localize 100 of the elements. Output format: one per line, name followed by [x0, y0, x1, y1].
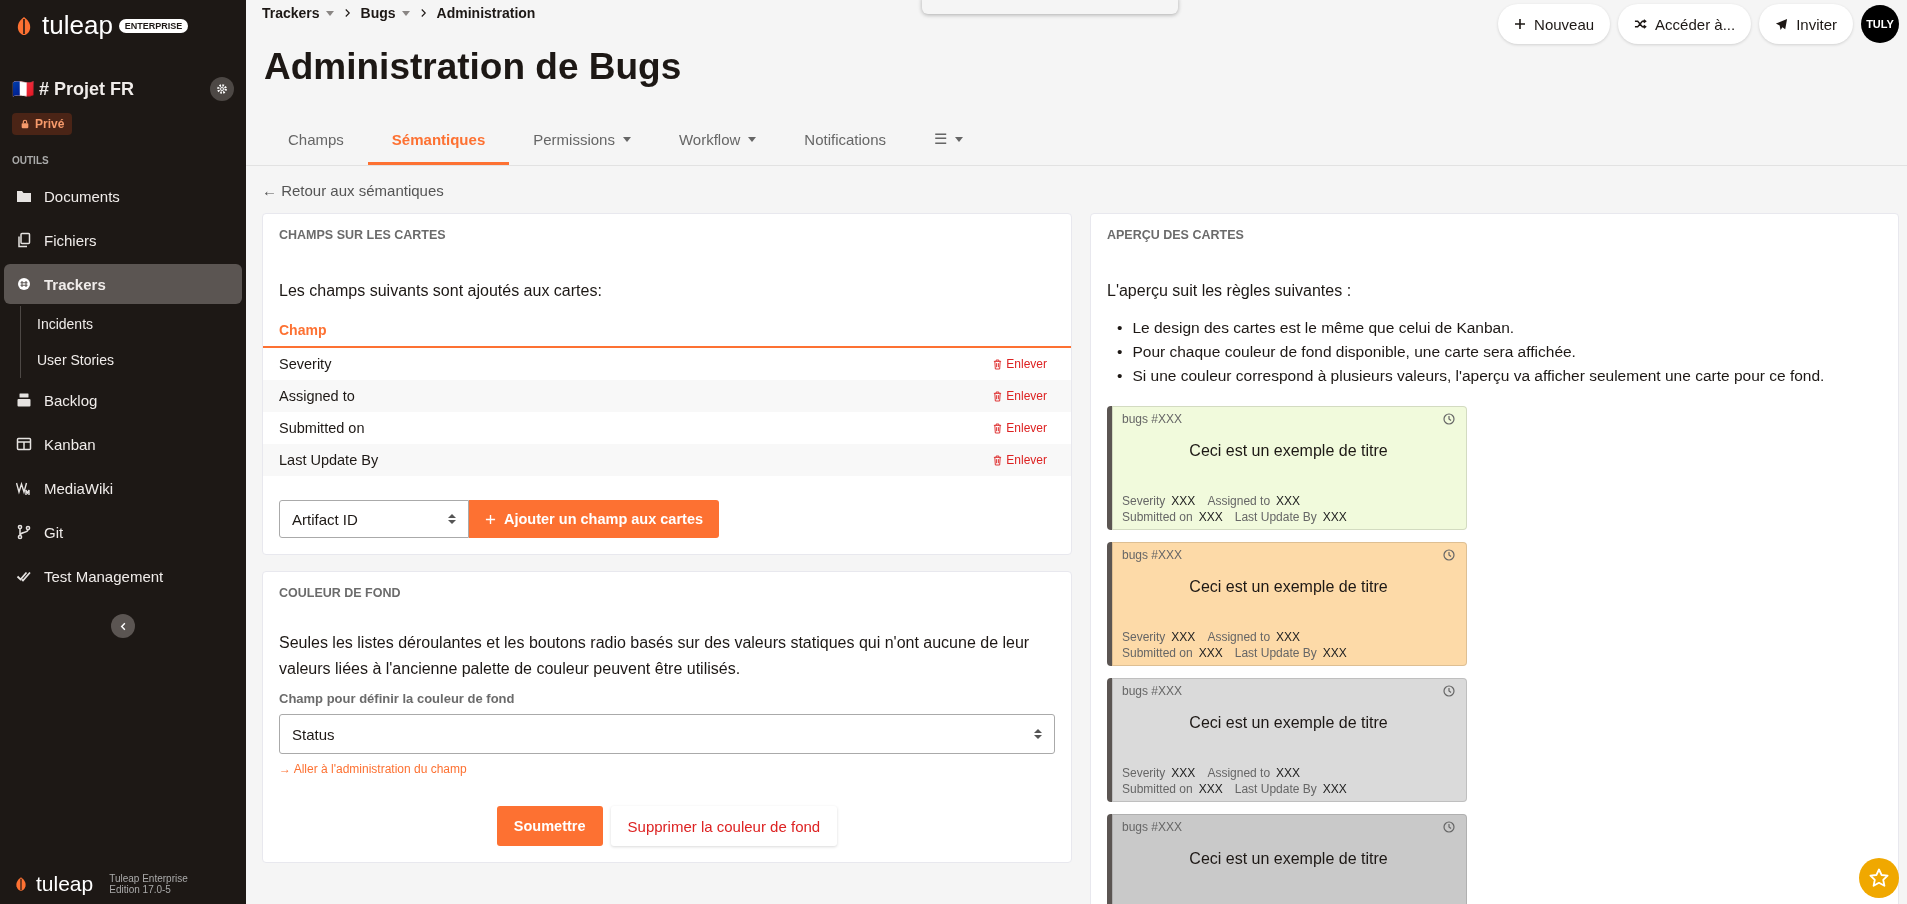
project-name[interactable]: 🇫🇷 # Projet FR — [12, 78, 135, 100]
caret-icon — [325, 10, 334, 16]
section-heading: CHAMPS SUR LES CARTES — [278, 228, 447, 242]
tab[interactable]: Champs — [264, 116, 368, 165]
caret-icon — [748, 136, 757, 142]
sidebar-item[interactable]: Test Management — [4, 556, 242, 596]
column-header: Champ — [263, 316, 1071, 348]
card-field-value: XXX — [1198, 510, 1223, 525]
remove-color-button[interactable]: Supprimer la couleur de fond — [610, 806, 838, 847]
card-field-value: XXX — [1198, 782, 1223, 797]
description-text: Seules les listes déroulantes et les boutons radio basés sur des valeurs statiques qui n'ont aucune de leur valeurs liées à l'ancienne palette de couleur peuvent être utilisés. — [279, 633, 1031, 679]
chevron-right-icon — [419, 8, 427, 18]
star-icon — [1869, 868, 1889, 888]
sidebar-subitem[interactable]: User Stories — [21, 342, 246, 378]
lock-icon — [20, 119, 30, 129]
switch-to-button[interactable]: Accéder à... — [1618, 4, 1752, 44]
wiki-icon — [16, 480, 32, 496]
tab[interactable]: Workflow — [654, 116, 781, 165]
card-title: Ceci est un exemple de titre — [1188, 849, 1389, 870]
card-field-label: Submitted on — [1122, 646, 1193, 661]
tracker-icon — [16, 276, 32, 292]
bullet: • — [1117, 318, 1123, 338]
intro-text: Les champs suivants sont ajoutés aux cartes: — [279, 282, 603, 300]
field-name: Assigned to — [279, 388, 355, 404]
card-field-value: XXX — [1322, 782, 1347, 797]
board-icon — [16, 436, 32, 452]
card-reference: bugs #XXX — [1122, 412, 1183, 427]
sidebar-item[interactable]: Backlog — [4, 380, 242, 420]
footer-brand: tuleap — [36, 872, 94, 896]
clock-icon — [1443, 413, 1455, 426]
card-field-label: Severity — [1122, 766, 1166, 781]
tab[interactable]: Notifications — [780, 116, 911, 165]
remove-link[interactable]: Enlever — [993, 453, 1047, 467]
copy-icon — [16, 232, 32, 248]
section-heading: COULEUR DE FOND — [278, 586, 402, 600]
sidebar-item[interactable]: Git — [4, 512, 242, 552]
new-button[interactable]: Nouveau — [1498, 4, 1611, 44]
card-field-label: Last Update By — [1234, 510, 1317, 525]
card-reference: bugs #XXX — [1122, 820, 1183, 835]
shuffle-icon — [1634, 18, 1648, 30]
chevron-left-icon — [118, 621, 128, 631]
remove-link[interactable]: Enlever — [993, 421, 1047, 435]
card-field-label: Assigned to — [1207, 766, 1271, 781]
clock-icon — [1443, 685, 1455, 698]
tab[interactable]: ☰ — [910, 116, 988, 165]
card-field-value: XXX — [1322, 646, 1347, 661]
card-field-label: Last Update By — [1234, 782, 1317, 797]
card-field-value: XXX — [1171, 630, 1196, 645]
card-field-label: Last Update By — [1234, 646, 1317, 661]
card-field-value: XXX — [1171, 494, 1196, 509]
sidebar-item[interactable]: Trackers — [4, 264, 242, 304]
card-field-label: Submitted on — [1122, 510, 1193, 525]
field-label: Champ pour définir la couleur de fond — [278, 691, 516, 709]
settings-button[interactable] — [210, 77, 234, 101]
tab[interactable]: Permissions — [509, 116, 655, 165]
trash-icon — [993, 454, 1003, 466]
sort-arrows-icon — [1034, 728, 1042, 741]
chevron-right-icon — [343, 8, 351, 18]
card-field-value: XXX — [1198, 646, 1223, 661]
card-reference: bugs #XXX — [1122, 684, 1183, 699]
remove-link[interactable]: Enlever — [993, 357, 1047, 371]
plus-icon — [485, 513, 496, 525]
field-select[interactable]: Artifact ID — [279, 500, 469, 538]
rule-text: Le design des cartes est le même que celui de Kanban. — [1132, 318, 1515, 338]
card-field-value: XXX — [1322, 510, 1347, 525]
clock-icon — [1443, 821, 1455, 834]
intro-text: L'aperçu suit les règles suivantes : — [1107, 282, 1353, 300]
back-link[interactable]: ← Retour aux sémantiques — [262, 182, 1899, 199]
rule-text: Pour chaque couleur de fond disponible, une carte sera affichée. — [1132, 342, 1576, 362]
trash-icon — [993, 390, 1003, 402]
breadcrumb-link[interactable]: Administration — [436, 5, 536, 21]
remove-link[interactable]: Enlever — [993, 389, 1047, 403]
card-field-label: Assigned to — [1207, 494, 1271, 509]
breadcrumb-link[interactable]: Trackers — [262, 5, 334, 21]
folder-icon — [16, 188, 32, 204]
plus-icon — [1514, 18, 1527, 30]
breadcrumb-link[interactable]: Bugs — [360, 5, 410, 21]
section-label: OUTILS — [11, 154, 50, 168]
sidebar-subitem[interactable]: Incidents — [21, 306, 246, 342]
edition-badge: ENTERPRISE — [118, 18, 189, 33]
caret-icon — [955, 136, 964, 142]
sidebar-item[interactable]: MediaWiki — [4, 468, 242, 508]
card-field-value: XXX — [1276, 766, 1301, 781]
card-field-label: Submitted on — [1122, 782, 1193, 797]
settings-icon — [216, 83, 228, 95]
user-avatar[interactable]: TULY — [1861, 5, 1899, 43]
sidebar-item[interactable]: Documents — [4, 176, 242, 216]
card-field-label: Assigned to — [1207, 630, 1271, 645]
card-field-label: Severity — [1122, 494, 1166, 509]
color-field-select[interactable]: Status — [279, 714, 1055, 755]
sidebar-item[interactable]: Fichiers — [4, 220, 242, 260]
collapse-sidebar-button[interactable] — [111, 614, 135, 638]
card-title: Ceci est un exemple de titre — [1188, 713, 1389, 734]
caret-icon — [401, 10, 410, 16]
card-title: Ceci est un exemple de titre — [1188, 441, 1389, 462]
privacy-badge: Privé — [12, 113, 73, 135]
sidebar-item[interactable]: Kanban — [4, 424, 242, 464]
card-title: Ceci est un exemple de titre — [1188, 577, 1389, 598]
invite-button[interactable]: Inviter — [1759, 4, 1853, 44]
sort-arrows-icon — [448, 513, 456, 525]
